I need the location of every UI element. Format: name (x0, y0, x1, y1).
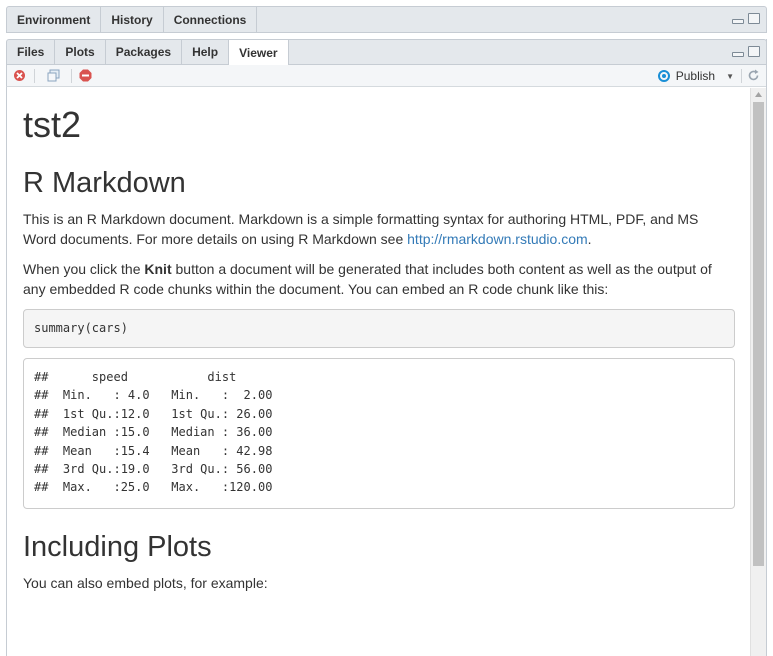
code-output: ## speed dist ## Min. : 4.0 Min. : 2.00 … (23, 358, 735, 509)
pane-border (766, 39, 773, 656)
remove-viewer-icon[interactable] (13, 69, 26, 82)
toolbar-separator (34, 69, 35, 83)
refresh-icon[interactable] (747, 69, 760, 82)
intro-paragraph: This is an R Markdown document. Markdown… (23, 209, 735, 249)
viewer-content[interactable]: tst2 R Markdown This is an R Markdown do… (7, 88, 750, 656)
knit-text-before: When you click the (23, 261, 145, 277)
stop-icon[interactable] (79, 69, 92, 82)
tab-history[interactable]: History (101, 7, 164, 32)
document-title: tst2 (23, 104, 82, 145)
scroll-up-arrow-icon[interactable] (751, 88, 766, 102)
minimize-pane-icon[interactable] (732, 19, 744, 24)
intro-text-end: . (587, 231, 592, 247)
tab-plots[interactable]: Plots (55, 40, 106, 64)
tab-viewer[interactable]: Viewer (229, 40, 289, 65)
environment-pane-header: Environment History Connections (0, 0, 773, 36)
toolbar-separator (71, 69, 72, 83)
bottom-pane-window-controls (732, 46, 760, 57)
section-heading-r-markdown: R Markdown (23, 167, 186, 199)
output-line: ## Max. :25.0 Max. :120.00 (34, 480, 287, 495)
environment-tabbar: Environment History Connections (6, 6, 767, 33)
toolbar-separator (741, 69, 742, 83)
rendered-document: tst2 R Markdown This is an R Markdown do… (23, 88, 735, 593)
output-line: ## 3rd Qu.:19.0 3rd Qu.: 56.00 (34, 462, 287, 477)
maximize-pane-icon[interactable] (748, 13, 760, 24)
code-chunk: summary(cars) (23, 309, 735, 348)
section-heading-including-plots: Including Plots (23, 531, 212, 563)
publish-label: Publish (675, 69, 716, 83)
output-line: ## speed dist (34, 370, 287, 384)
chevron-down-icon: ▼ (726, 71, 734, 81)
maximize-pane-icon[interactable] (748, 46, 760, 57)
plots-paragraph: You can also embed plots, for example: (23, 575, 268, 591)
rmarkdown-link[interactable]: http://rmarkdown.rstudio.com (407, 231, 588, 247)
minimize-pane-icon[interactable] (732, 52, 744, 57)
publish-button[interactable]: Publish ▼ (657, 67, 734, 85)
viewer-toolbar: Publish ▼ (6, 65, 767, 87)
intro-text: This is an R Markdown document. Markdown… (23, 211, 699, 247)
scrollbar-thumb[interactable] (753, 102, 764, 566)
knit-bold-text: Knit (144, 261, 172, 277)
output-line: ## Min. : 4.0 Min. : 2.00 (34, 388, 287, 403)
top-pane-window-controls (732, 13, 760, 24)
publish-icon (657, 70, 670, 82)
knit-paragraph: When you click the Knit button a documen… (23, 259, 735, 299)
tab-connections[interactable]: Connections (164, 7, 258, 32)
vertical-scrollbar[interactable] (750, 88, 766, 656)
viewer-tabbar: Files Plots Packages Help Viewer (6, 39, 767, 65)
tab-environment[interactable]: Environment (7, 7, 102, 32)
output-line: ## Mean :15.4 Mean : 42.98 (34, 443, 287, 458)
tab-help[interactable]: Help (182, 40, 230, 64)
output-line: ## Median :15.0 Median : 36.00 (34, 425, 287, 440)
show-in-new-window-icon[interactable] (47, 69, 60, 82)
tab-packages[interactable]: Packages (106, 40, 183, 64)
output-line: ## 1st Qu.:12.0 1st Qu.: 26.00 (34, 406, 287, 421)
tab-files[interactable]: Files (7, 40, 56, 64)
